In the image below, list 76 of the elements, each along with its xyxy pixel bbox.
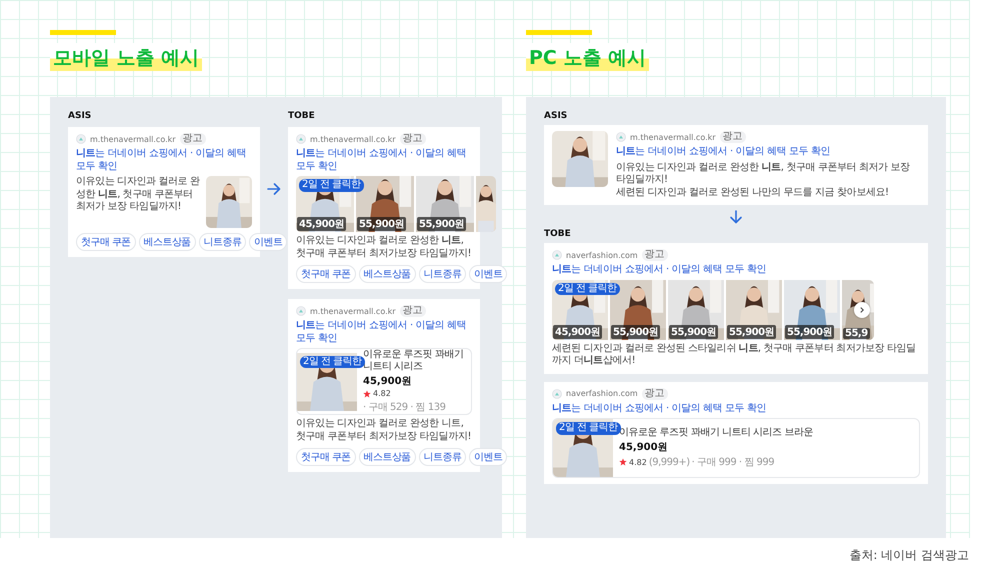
ad-headline-link[interactable]: 니트는 더네이버 쇼핑에서 · 이달의 혜택 모두 확인 (296, 320, 472, 345)
product-price: 45,900원 (619, 441, 669, 454)
ad-headline-link[interactable]: 니트는 더네이버 쇼핑에서 · 이달의 혜택 모두 확인 (296, 148, 472, 173)
price-label: 55,9 (843, 328, 870, 338)
domain-text: m.thenavermall.co.kr (310, 306, 396, 316)
tag-chip[interactable]: 베스트상품 (358, 265, 416, 283)
arrow-icon (728, 209, 744, 225)
product-price: 45,900원 (363, 375, 413, 388)
review-count: (9,999+) (648, 456, 690, 468)
price-label: 55,900원 (669, 324, 718, 338)
clicked-badge: 2일 전 클릭한 (556, 422, 621, 434)
ad-label: 광고 (400, 305, 426, 317)
ad-label: 광고 (400, 133, 426, 145)
price-label: 45,900원 (297, 217, 346, 231)
domain-text: m.thenavermall.co.kr (90, 134, 176, 144)
star-icon (363, 390, 371, 398)
product-box[interactable]: 2일 전 클릭한이유로운 루즈핏 꽈배기 니트티 시리즈 브라운 45,900원 4.82 (9,999+) · 구매 999 · 찜 999 (552, 418, 920, 478)
source-caption: 출처: 네이버 검색광고 (849, 546, 969, 564)
ad-description: 이유있는 디자인과 컬러로 완성한 니트, 첫구매 쿠폰부터 최저가보장 타임딜까지! (296, 235, 472, 260)
tag-chip[interactable]: 베스트상품 (358, 448, 416, 466)
accent-bar (526, 30, 592, 35)
ad-headline-link[interactable]: 니트는 더네이버 쇼핑에서 · 이달의 혜택 모두 확인 (552, 402, 920, 415)
site-icon (76, 134, 86, 144)
chevron-icon (858, 306, 866, 314)
tag-chip[interactable]: 이벤트 (469, 448, 508, 466)
arrow-icon (266, 181, 282, 197)
tag-chip[interactable]: 첫구매 쿠폰 (76, 233, 136, 251)
tag-chip[interactable]: 이벤트 (249, 233, 288, 251)
tag-chip[interactable]: 니트종류 (418, 265, 466, 283)
site-icon (296, 306, 306, 316)
ad-label: 광고 (642, 388, 668, 400)
purchase-stats: · 구매 529 · 찜 139 (363, 401, 446, 414)
tag-chip[interactable]: 베스트상품 (138, 233, 196, 251)
purchase-stats: · 구매 999 · 찜 999 (692, 456, 774, 469)
domain-text: m.thenavermall.co.kr (310, 134, 396, 144)
price-label: 55,900원 (417, 217, 466, 231)
rating-text: 4.82 (373, 389, 391, 398)
star-icon (619, 458, 627, 466)
clicked-badge: 2일 전 클릭한 (299, 179, 364, 192)
ad-headline-link[interactable]: 니트는 더네이버 쇼핑에서 · 이달의 혜택 모두 확인 (552, 264, 920, 276)
rating-text: 4.82 (629, 458, 647, 466)
ad-description: 이유있는 디자인과 컬러로 완성한 니트, 첫구매 쿠폰부터 최저가 보장 타임딜까지! (76, 176, 200, 214)
price-label: 55,900원 (785, 324, 834, 338)
tag-chip[interactable]: 니트종류 (418, 448, 466, 466)
site-icon (552, 388, 562, 398)
tag-chip[interactable]: 첫구매 쿠폰 (296, 265, 356, 283)
clicked-badge: 2일 전 클릭한 (300, 356, 365, 368)
group-label: TOBE (288, 111, 316, 121)
price-label: 55,900원 (727, 324, 776, 338)
ad-description: 세련된 디자인과 컬러로 완성된 나만의 무드를 지금 찾아보세요! (616, 186, 890, 199)
tag-chip[interactable]: 이벤트 (469, 265, 508, 283)
ad-headline-link[interactable]: 니트는 더네이버 쇼핑에서 · 이달의 혜택 모두 확인 (76, 148, 252, 173)
price-label: 45,900원 (553, 324, 602, 338)
group-label: ASIS (68, 111, 92, 121)
price-label: 55,900원 (357, 217, 406, 231)
tag-chip[interactable]: 니트종류 (198, 233, 246, 251)
ad-label: 광고 (180, 133, 206, 145)
domain-text: naverfashion.com (566, 389, 638, 398)
price-label: 55,900원 (611, 324, 660, 338)
ad-description: 이유있는 디자인과 컬러로 완성한 니트, 첫구매 쿠폰부터 최저가 보장 타임딜까지! (616, 162, 911, 186)
tag-chip[interactable]: 첫구매 쿠폰 (296, 448, 356, 466)
group-label: TOBE (544, 229, 572, 239)
site-icon (616, 132, 626, 142)
accent-bar (50, 30, 116, 35)
ad-headline-link[interactable]: 니트는 더네이버 쇼핑에서 · 이달의 혜택 모두 확인 (616, 146, 920, 158)
group-label: ASIS (544, 111, 568, 121)
product-name: 이유로운 루즈핏 꽈배기 니트티 시리즈 브라운 (619, 427, 813, 439)
ad-label: 광고 (720, 131, 746, 143)
site-icon (552, 250, 562, 260)
domain-text: naverfashion.com (566, 250, 638, 260)
ad-label: 광고 (642, 249, 668, 261)
site-icon (296, 134, 306, 144)
ad-description: 세련된 디자인과 컬러로 완성된 스타일리쉬 니트, 첫구매 쿠폰부터 최저가보장 타임딜까지 더니트샵에서! (552, 342, 917, 368)
ad-description: 이유있는 디자인과 컬러로 완성한 니트, 첫구매 쿠폰부터 최저가보장 타임딜까지! (296, 418, 472, 443)
product-name: 이유로운 루즈핏 꽈배기 니트티 시리즈 (363, 349, 464, 373)
domain-text: m.thenavermall.co.kr (630, 132, 716, 142)
